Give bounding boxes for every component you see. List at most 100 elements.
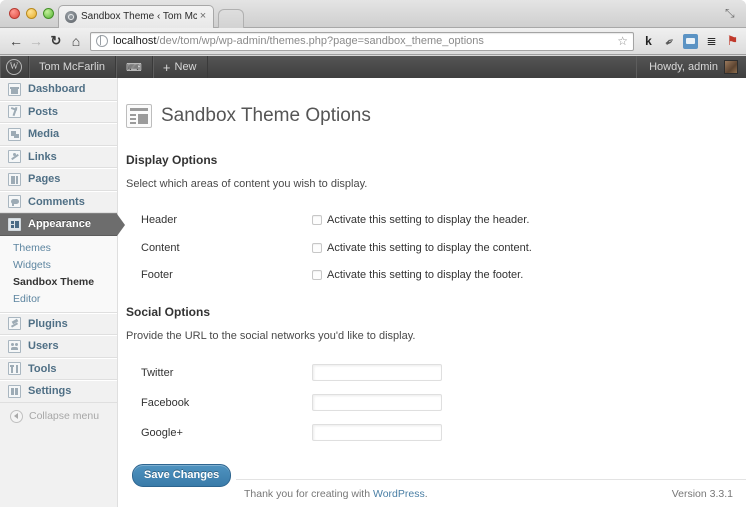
admin-footer: Thank you for creating with WordPress. V… <box>236 479 746 507</box>
sidebar-item-label: Posts <box>28 105 58 118</box>
dashboard-icon <box>8 82 21 96</box>
header-checkbox[interactable] <box>312 215 322 226</box>
facebook-input[interactable] <box>312 394 442 412</box>
page-title: Sandbox Theme Options <box>161 104 371 126</box>
browser-tab[interactable]: Sandbox Theme ‹ Tom McFa × <box>58 5 214 28</box>
table-row: Google+ <box>126 418 746 448</box>
wordpress-logo-icon: W <box>6 59 22 75</box>
submenu-item-widgets[interactable]: Widgets <box>0 257 117 274</box>
sidebar-item-label: Settings <box>28 385 72 398</box>
sidebar-item-comments[interactable]: Comments <box>0 190 117 213</box>
settings-icon <box>8 384 21 398</box>
row-label: Twitter <box>141 366 174 379</box>
footer-checkbox-label: Activate this setting to display the foo… <box>327 269 524 282</box>
screenshot-extension-icon[interactable] <box>683 33 698 49</box>
footer-version: Version 3.3.1 <box>671 487 733 500</box>
sidebar-item-dashboard[interactable]: Dashboard <box>0 78 117 101</box>
content-checkbox[interactable] <box>312 242 322 253</box>
content-checkbox-row[interactable]: Activate this setting to display the con… <box>312 242 746 254</box>
wp-logo-menu[interactable]: W <box>0 56 29 78</box>
table-row: Footer Activate this setting to display … <box>126 261 746 289</box>
stack-extension-icon[interactable]: ≣ <box>704 34 719 49</box>
social-options-table: Twitter Facebook Google+ <box>126 358 746 448</box>
display-options-description: Select which areas of content you wish t… <box>126 178 368 191</box>
chevron-left-icon <box>10 409 23 423</box>
comments-menu[interactable]: ⌨ <box>116 56 153 78</box>
comments-icon <box>8 195 21 209</box>
site-name-menu[interactable]: Tom McFarlin <box>29 56 117 78</box>
minimize-window-button[interactable] <box>26 8 37 19</box>
sidebar-item-label: Media <box>28 128 60 141</box>
forward-button[interactable]: → <box>26 31 46 51</box>
sidebar-item-plugins[interactable]: Plugins <box>0 312 117 335</box>
posts-icon <box>8 105 21 119</box>
appearance-icon <box>8 217 21 231</box>
row-label: Google+ <box>141 426 183 439</box>
sidebar-item-posts[interactable]: Posts <box>0 100 117 123</box>
footer-thanks-suffix: . <box>424 487 428 500</box>
address-bar[interactable]: localhost/dev/tom/wp/wp-admin/themes.php… <box>90 31 634 51</box>
media-icon <box>8 127 21 141</box>
footer-checkbox-row[interactable]: Activate this setting to display the foo… <box>312 269 746 281</box>
expand-window-icon[interactable]: ⤡ <box>725 7 738 20</box>
admin-bar: W Tom McFarlin ⌨ + New Howdy, admin <box>0 56 746 78</box>
sidebar-item-label: Dashboard <box>28 83 86 96</box>
new-tab-button[interactable] <box>218 9 244 28</box>
twitter-input[interactable] <box>312 364 442 382</box>
close-window-button[interactable] <box>9 8 20 19</box>
window-traffic-lights <box>9 8 54 19</box>
footer-thanks-prefix: Thank you for creating with <box>244 487 373 500</box>
avatar <box>724 60 738 74</box>
sidebar-item-settings[interactable]: Settings <box>0 380 117 403</box>
display-options-table: Header Activate this setting to display … <box>126 206 746 289</box>
footer-checkbox[interactable] <box>312 270 322 281</box>
submenu-item-sandbox-theme[interactable]: Sandbox Theme <box>0 274 117 291</box>
account-menu[interactable]: Howdy, admin <box>636 56 746 78</box>
plugins-icon <box>8 317 21 331</box>
sidebar-item-media[interactable]: Media <box>0 123 117 146</box>
comment-bubble-icon: ⌨ <box>126 61 142 74</box>
submenu-item-editor[interactable]: Editor <box>0 291 117 308</box>
pages-icon <box>8 172 21 186</box>
content-checkbox-label: Activate this setting to display the con… <box>327 241 532 254</box>
display-options-heading: Display Options <box>126 153 218 168</box>
admin-content: Sandbox Theme Options Display Options Se… <box>118 78 746 507</box>
new-content-label: New <box>174 61 197 73</box>
sidebar-item-label: Appearance <box>28 218 91 231</box>
submenu-item-themes[interactable]: Themes <box>0 240 117 257</box>
sidebar-item-label: Users <box>28 340 59 353</box>
zoom-window-button[interactable] <box>43 8 54 19</box>
new-content-menu[interactable]: + New <box>153 56 208 78</box>
klout-extension-icon[interactable]: k <box>641 34 656 49</box>
row-label: Header <box>141 214 178 227</box>
googleplus-input[interactable] <box>312 424 442 442</box>
sidebar-item-tools[interactable]: Tools <box>0 357 117 380</box>
extension-toolbar: k ✒ ≣ ⚑ <box>639 31 740 52</box>
save-changes-button[interactable]: Save Changes <box>132 463 232 487</box>
bookmark-star-icon[interactable]: ☆ <box>615 34 630 48</box>
sidebar-item-users[interactable]: Users <box>0 335 117 358</box>
close-icon[interactable]: × <box>197 11 209 23</box>
sidebar-item-links[interactable]: Links <box>0 145 117 168</box>
sidebar-item-pages[interactable]: Pages <box>0 168 117 191</box>
eyedropper-extension-icon[interactable]: ✒ <box>659 31 680 52</box>
table-row: Header Activate this setting to display … <box>126 206 746 234</box>
admin-sidebar: Dashboard Posts Media Links Pages Commen… <box>0 78 125 507</box>
url-path: /dev/tom/wp/wp-admin/themes.php?page=san… <box>156 35 484 47</box>
sidebar-item-label: Comments <box>28 195 85 208</box>
browser-titlebar: Sandbox Theme ‹ Tom McFa × ⤡ <box>0 0 746 28</box>
collapse-menu-button[interactable]: Collapse menu <box>0 403 117 423</box>
reload-button[interactable]: ↻ <box>46 31 66 51</box>
wordpress-favicon-icon <box>65 11 77 23</box>
howdy-label: Howdy, admin <box>649 61 718 73</box>
header-checkbox-row[interactable]: Activate this setting to display the hea… <box>312 214 746 226</box>
wordpress-link[interactable]: WordPress <box>373 488 425 500</box>
home-button[interactable]: ⌂ <box>66 31 86 51</box>
back-button[interactable]: ← <box>6 31 26 51</box>
pin-extension-icon[interactable]: ⚑ <box>725 33 740 49</box>
url-host: localhost <box>113 35 157 47</box>
sidebar-item-label: Pages <box>28 173 61 186</box>
row-label: Footer <box>141 269 173 282</box>
wordpress-admin: W Tom McFarlin ⌨ + New Howdy, admin Dash… <box>0 56 746 507</box>
sidebar-item-appearance[interactable]: Appearance <box>0 213 125 236</box>
